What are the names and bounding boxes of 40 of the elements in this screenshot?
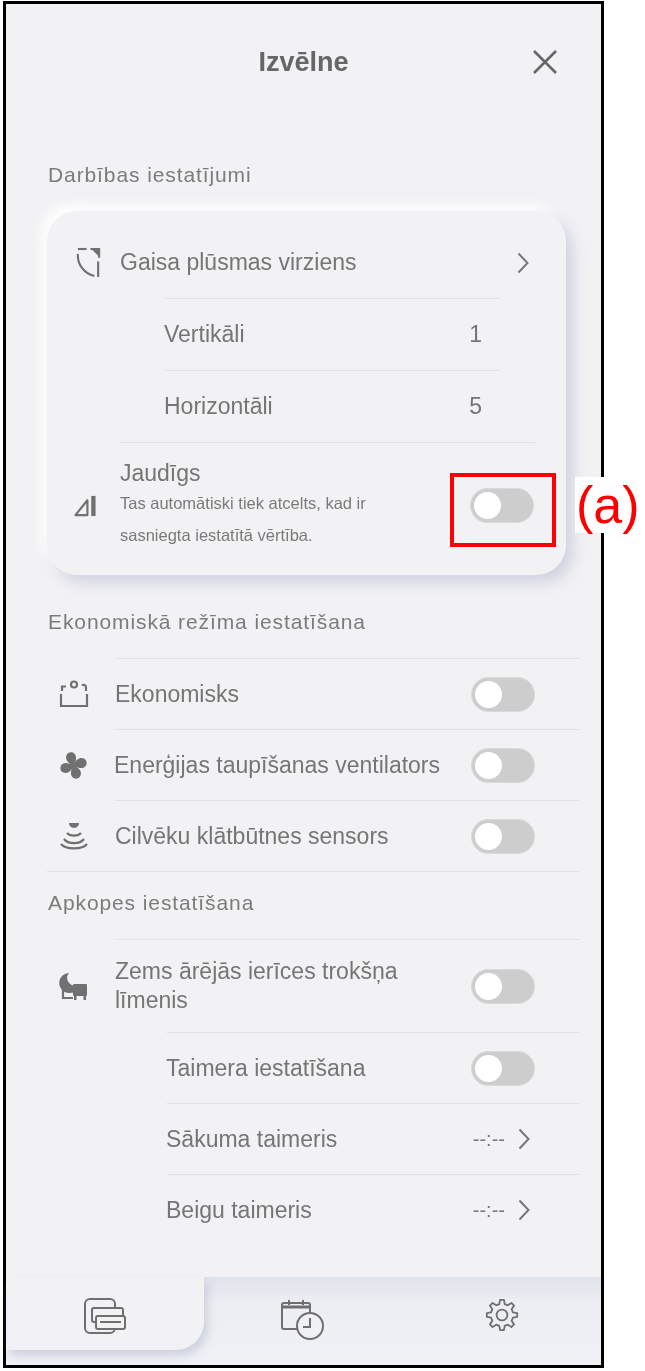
setting-value: 5: [469, 393, 482, 420]
toggle-switch[interactable]: [471, 968, 535, 1004]
menu-title: Izvēlne: [258, 46, 349, 78]
setting-description: Tas automātiski tiek atcelts, kad ir sasniegta iestatītā vērtība.: [120, 493, 367, 546]
toggle-switch[interactable]: [471, 1050, 535, 1086]
toggle-switch[interactable]: [470, 487, 534, 523]
setting-label: Vertikāli: [164, 320, 246, 349]
close-icon: [532, 49, 558, 75]
setting-label: Cilvēku klātbūtnes sensors: [115, 821, 390, 851]
setting-value: 1: [469, 321, 482, 348]
chevron-right-icon[interactable]: [518, 1199, 530, 1221]
setting-label: Zems ārējās ierīces trokšņa līmenis: [115, 957, 399, 1015]
menu-label[interactable]: Sākuma taimeris: [166, 1124, 473, 1154]
setting-label: Taimera iestatīšana: [166, 1053, 367, 1083]
toggle-switch[interactable]: [471, 747, 535, 783]
fan-icon: [58, 749, 89, 781]
calendar-clock-icon: [280, 1297, 327, 1341]
time-value: --:--: [472, 1127, 505, 1151]
moon-device-icon: [58, 970, 90, 1002]
setting-label: Jaudīgs: [120, 459, 202, 487]
settings-icon: [483, 1297, 520, 1333]
sensor-waves-icon: [58, 820, 90, 852]
setting-label: Ekonomisks: [115, 679, 240, 709]
triangle-bar-icon: [73, 493, 98, 517]
section-title: Apkopes iestatīšana: [48, 890, 255, 916]
menu-label[interactable]: Gaisa plūsmas virziens: [120, 248, 517, 277]
chevron-right-icon[interactable]: [518, 1128, 530, 1150]
nav-tab[interactable]: [6, 1277, 205, 1350]
section-title: Ekonomiskā režīma iestatīšana: [48, 609, 366, 635]
toggle-switch[interactable]: [471, 676, 535, 712]
tray-icon: [58, 679, 90, 709]
air-vane-icon: [75, 247, 102, 278]
stacked-units-icon: [83, 1297, 128, 1335]
menu-label[interactable]: Beigu taimeris: [166, 1195, 473, 1225]
setting-label: Enerģijas taupīšanas ventilators: [114, 750, 442, 780]
section-title: Darbības iestatījumi: [48, 162, 252, 188]
time-value: --:--: [472, 1198, 505, 1222]
chevron-right-icon[interactable]: [517, 251, 529, 274]
setting-label: Horizontāli: [164, 392, 274, 421]
toggle-switch[interactable]: [471, 818, 535, 854]
